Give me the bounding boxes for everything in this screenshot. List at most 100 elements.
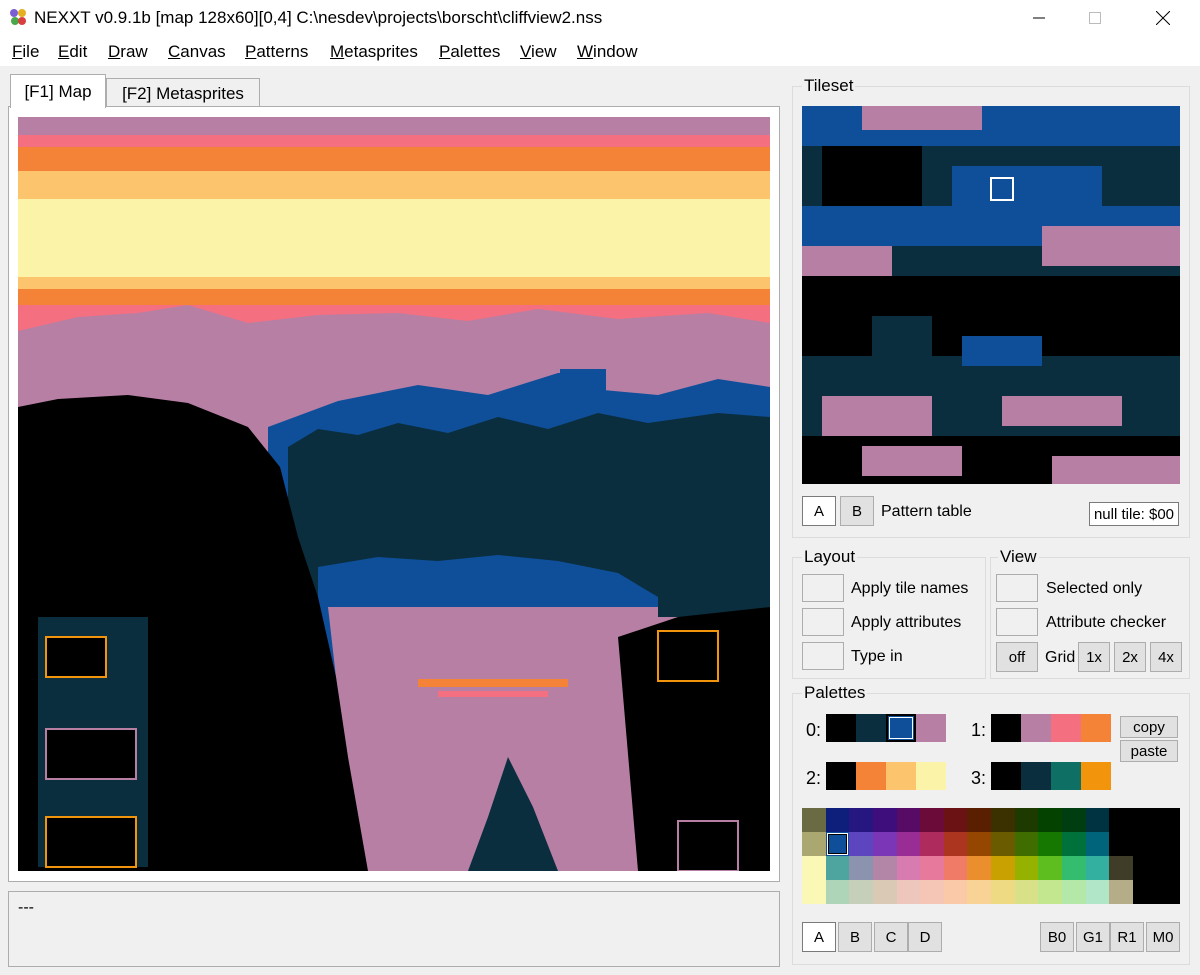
tileset-canvas[interactable]: [802, 106, 1180, 484]
master-palette-cell[interactable]: [802, 880, 826, 904]
palette-1-swatch[interactable]: [1051, 714, 1081, 742]
master-palette-cell[interactable]: [1014, 856, 1039, 880]
palette-0-swatch[interactable]: [826, 714, 856, 742]
master-palette-cell[interactable]: [1061, 880, 1086, 904]
master-palette-cell[interactable]: [943, 880, 968, 904]
master-palette-cell[interactable]: [872, 880, 897, 904]
menu-patterns[interactable]: Patterns: [245, 42, 308, 62]
master-palette-cell[interactable]: [1014, 880, 1039, 904]
master-palette-cell[interactable]: [825, 880, 850, 904]
master-palette-cell[interactable]: [849, 832, 874, 856]
master-palette-cell[interactable]: [991, 880, 1015, 904]
master-palette-cell[interactable]: [802, 856, 826, 880]
paste-palette-button[interactable]: paste: [1120, 740, 1178, 762]
palette-2-swatch[interactable]: [886, 762, 916, 790]
menu-view[interactable]: View: [520, 42, 557, 62]
selected-only-toggle[interactable]: [996, 574, 1038, 602]
master-palette-cell[interactable]: [849, 808, 874, 832]
master-palette-cell[interactable]: [1038, 832, 1063, 856]
palette-1-swatch[interactable]: [1021, 714, 1051, 742]
palette-set-c-button[interactable]: C: [874, 922, 908, 952]
master-palette-cell[interactable]: [896, 880, 921, 904]
master-palette-cell[interactable]: [991, 832, 1015, 856]
master-palette-cell[interactable]: [920, 856, 945, 880]
master-palette-cell[interactable]: [825, 856, 850, 880]
menu-window[interactable]: Window: [577, 42, 637, 62]
palette-3-swatch[interactable]: [1021, 762, 1051, 790]
monochrome-m0-button[interactable]: M0: [1146, 922, 1180, 952]
palette-set-a-button[interactable]: A: [802, 922, 836, 952]
palette-0-swatch[interactable]: [886, 714, 916, 742]
master-palette-cell[interactable]: [920, 832, 945, 856]
menu-canvas[interactable]: Canvas: [168, 42, 226, 62]
master-palette-cell[interactable]: [1085, 856, 1110, 880]
master-palette-cell[interactable]: [849, 856, 874, 880]
master-palette-cell[interactable]: [967, 856, 992, 880]
menu-edit[interactable]: Edit: [58, 42, 87, 62]
master-palette-cell[interactable]: [896, 832, 921, 856]
palette-1-swatch[interactable]: [991, 714, 1021, 742]
master-palette-cell[interactable]: [1014, 832, 1039, 856]
master-palette-cell[interactable]: [943, 808, 968, 832]
master-palette-cell[interactable]: [849, 880, 874, 904]
master-palette-cell[interactable]: [1085, 832, 1110, 856]
master-palette-cell[interactable]: [825, 808, 850, 832]
maximize-button[interactable]: [1072, 0, 1118, 36]
master-palette-cell[interactable]: [1132, 880, 1157, 904]
master-palette-cell[interactable]: [1156, 880, 1181, 904]
palette-2-swatch[interactable]: [856, 762, 886, 790]
master-palette-cell[interactable]: [1132, 808, 1157, 832]
palette-2-swatch[interactable]: [826, 762, 856, 790]
master-palette-cell[interactable]: [802, 832, 826, 856]
master-palette-cell[interactable]: [1061, 808, 1086, 832]
master-palette-cell[interactable]: [1156, 808, 1181, 832]
palette-set-b-button[interactable]: B: [838, 922, 872, 952]
palette-0-swatch[interactable]: [856, 714, 886, 742]
master-palette-cell[interactable]: [967, 880, 992, 904]
menu-metasprites[interactable]: Metasprites: [330, 42, 418, 62]
grid-1x-button[interactable]: 1x: [1078, 642, 1110, 672]
master-palette-cell[interactable]: [1132, 856, 1157, 880]
grid-off-button[interactable]: off: [996, 642, 1038, 672]
master-palette-cell[interactable]: [1038, 880, 1063, 904]
master-palette-cell[interactable]: [1109, 856, 1134, 880]
master-palette-cell[interactable]: [967, 808, 992, 832]
master-palette-cell[interactable]: [943, 832, 968, 856]
master-palette-cell[interactable]: [1156, 832, 1181, 856]
master-palette-cell[interactable]: [991, 808, 1015, 832]
palette-set-d-button[interactable]: D: [908, 922, 942, 952]
master-palette-cell[interactable]: [1132, 832, 1157, 856]
palette-1-swatch[interactable]: [1081, 714, 1111, 742]
master-palette-cell[interactable]: [896, 808, 921, 832]
master-palette-cell[interactable]: [1085, 880, 1110, 904]
menu-draw[interactable]: Draw: [108, 42, 148, 62]
master-palette-cell[interactable]: [1109, 808, 1134, 832]
close-button[interactable]: [1140, 0, 1186, 36]
master-palette-cell[interactable]: [1109, 832, 1134, 856]
master-palette-cell[interactable]: [920, 808, 945, 832]
apply-tile-names-toggle[interactable]: [802, 574, 844, 602]
master-palette-cell[interactable]: [920, 880, 945, 904]
copy-palette-button[interactable]: copy: [1120, 716, 1178, 738]
menu-file[interactable]: File: [12, 42, 39, 62]
emphasis-b0-button[interactable]: B0: [1040, 922, 1074, 952]
master-palette-cell[interactable]: [896, 856, 921, 880]
palette-3-swatch[interactable]: [991, 762, 1021, 790]
master-palette-cell[interactable]: [872, 808, 897, 832]
master-palette-cell[interactable]: [1085, 808, 1110, 832]
apply-attributes-toggle[interactable]: [802, 608, 844, 636]
master-palette-cell[interactable]: [1061, 856, 1086, 880]
master-palette-cell[interactable]: [802, 808, 826, 832]
grid-4x-button[interactable]: 4x: [1150, 642, 1182, 672]
master-palette-cell[interactable]: [1038, 856, 1063, 880]
palette-2-swatch[interactable]: [916, 762, 946, 790]
emphasis-g1-button[interactable]: G1: [1076, 922, 1110, 952]
palette-3-swatch[interactable]: [1081, 762, 1111, 790]
attribute-checker-toggle[interactable]: [996, 608, 1038, 636]
null-tile-field[interactable]: null tile: $00: [1089, 502, 1179, 526]
palette-0-swatch[interactable]: [916, 714, 946, 742]
master-palette-cell[interactable]: [872, 832, 897, 856]
tab-metasprites[interactable]: [F2] Metasprites: [106, 78, 260, 108]
pattern-table-a-button[interactable]: A: [802, 496, 836, 526]
emphasis-r1-button[interactable]: R1: [1110, 922, 1144, 952]
